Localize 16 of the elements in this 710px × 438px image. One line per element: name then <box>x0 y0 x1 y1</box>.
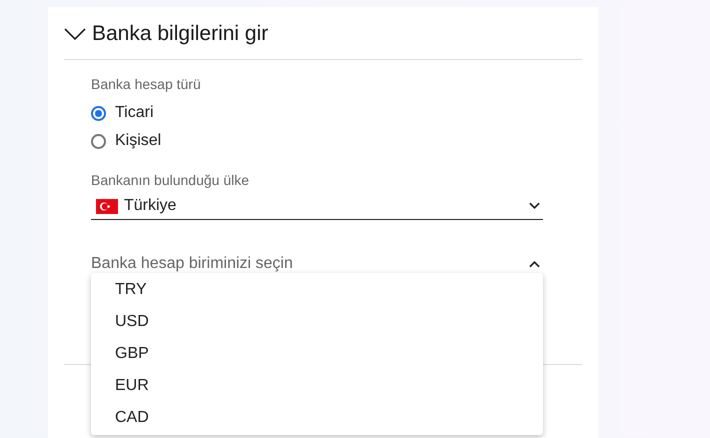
field-label: Bankanın bulunduğu ülke <box>91 171 250 190</box>
field-label: Banka hesap türü <box>91 75 202 94</box>
radio-button[interactable] <box>91 134 106 148</box>
dropdown-option[interactable]: USD <box>91 306 543 338</box>
dropdown-option[interactable]: GBP <box>91 338 543 370</box>
chevron-up-icon <box>529 260 540 268</box>
country-select[interactable]: Türkiye <box>91 193 543 220</box>
radio-button[interactable] <box>91 106 106 120</box>
flag-icon <box>96 198 118 214</box>
section-title: Banka bilgilerini gir <box>92 21 268 48</box>
dropdown-option[interactable]: EUR <box>91 370 543 402</box>
chevron-down-icon <box>529 202 540 210</box>
dropdown-option[interactable]: CAD <box>91 402 543 434</box>
radio-option[interactable]: Ticari <box>91 101 154 125</box>
radio-option[interactable]: Kişisel <box>91 129 162 153</box>
chevron-icon[interactable] <box>64 27 86 41</box>
